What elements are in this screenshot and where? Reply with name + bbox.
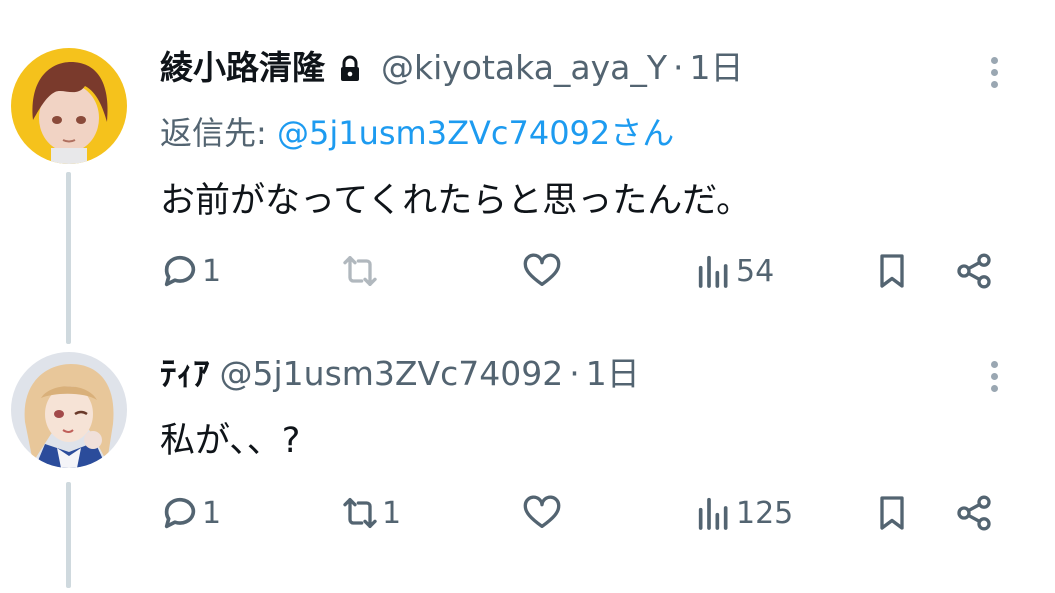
user-handle[interactable]: @5j1usm3ZVc74092 (220, 354, 564, 394)
user-handle[interactable]: @kiyotaka_aya_Y (381, 48, 667, 88)
bookmark-button[interactable] (872, 246, 912, 296)
bookmark-icon (880, 254, 904, 288)
tweet-text: お前がなってくれたらと思ったんだ。 (160, 181, 752, 221)
tweet-actions: 1 1 125 (160, 488, 1005, 538)
retweet-icon (343, 498, 377, 528)
display-name[interactable]: ﾃｨｱ (160, 354, 210, 394)
avatar[interactable] (11, 48, 127, 164)
lock-icon (335, 53, 365, 83)
thread-line (66, 482, 71, 588)
reply-to: 返信先: @5j1usm3ZVc74092さん (160, 108, 674, 154)
view-count: 125 (736, 495, 794, 531)
reply-button[interactable]: 1 (160, 488, 221, 538)
retweet-button[interactable]: 1 (340, 488, 401, 538)
thread-line (66, 172, 71, 344)
tweet-actions: 1 54 (160, 246, 1005, 296)
reply-prefix: 返信先: (160, 114, 277, 152)
views-button[interactable]: 125 (694, 488, 793, 538)
like-button[interactable] (522, 488, 564, 538)
timestamp[interactable]: 1日 (586, 354, 640, 394)
heart-icon (523, 253, 561, 286)
tweet-header: 綾小路清隆 @kiyotaka_aya_Y · 1日 (160, 48, 744, 88)
like-button[interactable] (522, 246, 564, 296)
analytics-icon (698, 497, 728, 530)
reply-icon (164, 497, 196, 529)
retweet-icon (343, 256, 377, 286)
reply-count: 1 (202, 495, 222, 531)
share-icon (957, 253, 991, 289)
timestamp[interactable]: 1日 (690, 48, 744, 88)
reply-icon (164, 255, 196, 287)
share-button[interactable] (954, 488, 994, 538)
separator: · (569, 354, 580, 393)
avatar[interactable] (11, 352, 127, 468)
retweet-count: 1 (382, 495, 402, 531)
view-count: 54 (736, 253, 775, 289)
heart-icon (523, 495, 561, 528)
reply-count: 1 (202, 253, 222, 289)
views-button[interactable]: 54 (694, 246, 774, 296)
more-options-icon[interactable] (984, 52, 1004, 96)
share-button[interactable] (954, 246, 994, 296)
tweet-text: 私が、、? (160, 421, 301, 461)
bookmark-button[interactable] (872, 488, 912, 538)
reply-mention-link[interactable]: @5j1usm3ZVc74092さん (277, 114, 674, 152)
reply-button[interactable]: 1 (160, 246, 221, 296)
more-options-icon[interactable] (984, 356, 1004, 400)
bookmark-icon (880, 496, 904, 530)
separator: · (673, 48, 684, 87)
analytics-icon (698, 255, 728, 288)
retweet-button[interactable] (340, 246, 382, 296)
tweet-header: ﾃｨｱ @5j1usm3ZVc74092 · 1日 (160, 354, 640, 394)
share-icon (957, 495, 991, 531)
display-name[interactable]: 綾小路清隆 (160, 48, 325, 88)
